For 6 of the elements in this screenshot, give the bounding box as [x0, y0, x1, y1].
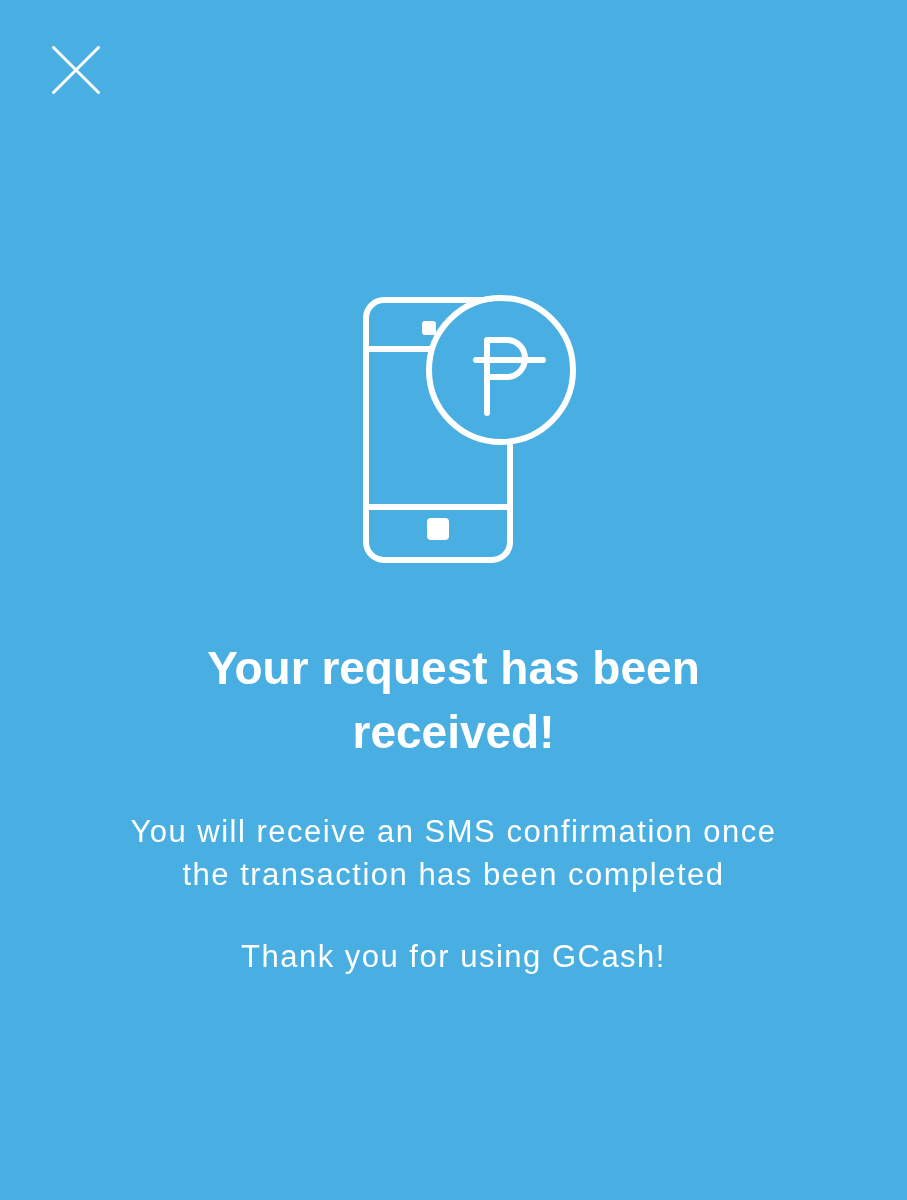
sms-confirmation-message: You will receive an SMS confirmation once the transaction has been completed: [129, 813, 778, 894]
close-icon: [52, 46, 100, 94]
confirmation-title: Your request has been received!: [206, 641, 701, 760]
thank-you-message: Thank you for using GCash!: [241, 938, 666, 976]
close-button[interactable]: [52, 46, 100, 94]
phone-peso-coin-icon: [361, 294, 578, 566]
